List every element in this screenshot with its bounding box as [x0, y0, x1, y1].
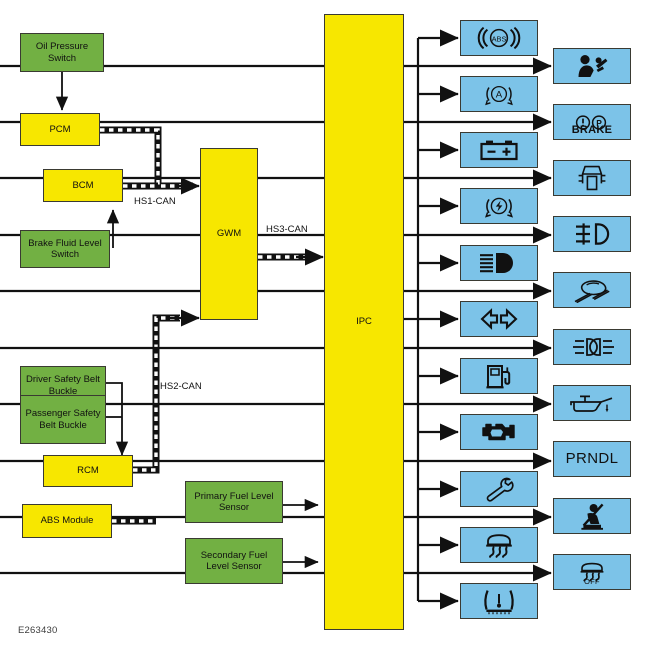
- prndl-label: PRNDL: [565, 450, 619, 468]
- gwm-box[interactable]: GWM: [200, 148, 258, 320]
- indicator-high-beam-headlamp[interactable]: [553, 329, 631, 365]
- indicator-tire-pressure-monitor[interactable]: [460, 583, 538, 619]
- low-beam-icon: [476, 253, 513, 273]
- abs-icon: ABS: [476, 26, 522, 50]
- figure-code: E263430: [18, 625, 58, 636]
- ipc-box[interactable]: IPC: [324, 14, 404, 630]
- pcm-box[interactable]: PCM: [20, 113, 100, 146]
- battery-icon: [479, 140, 519, 162]
- indicator-door-ajar[interactable]: [553, 160, 631, 196]
- indicator-service-wrench[interactable]: [460, 471, 538, 507]
- indicator-turn-signal[interactable]: [460, 301, 538, 337]
- brake-warning-label: BRAKE: [571, 123, 613, 136]
- passenger-safety-belt-buckle-box[interactable]: Passenger Safety Belt Buckle: [20, 395, 106, 444]
- indicator-abs-warning[interactable]: ABS: [460, 20, 538, 56]
- secondary-fuel-level-sensor-box[interactable]: Secondary Fuel Level Sensor: [185, 538, 283, 584]
- indicator-auto-hold-brake[interactable]: A: [460, 76, 538, 112]
- hs1-can-label: HS1-CAN: [134, 196, 176, 207]
- svg-text:A: A: [496, 90, 503, 101]
- seat-belt-icon: [577, 503, 607, 530]
- indicator-electric-park-brake[interactable]: [460, 188, 538, 224]
- high-beam-icon: [566, 335, 618, 359]
- indicator-malfunction-engine[interactable]: [460, 414, 538, 450]
- network-diagram: Oil Pressure Switch PCM BCM Brake Fluid …: [0, 0, 650, 650]
- indicator-prndl-display[interactable]: PRNDL: [553, 441, 631, 477]
- auto-hold-icon: A: [482, 81, 516, 107]
- lane-keeping-icon: [570, 277, 614, 303]
- primary-fuel-level-sensor-box[interactable]: Primary Fuel Level Sensor: [185, 481, 283, 523]
- bcm-box[interactable]: BCM: [43, 169, 123, 202]
- indicator-low-oil-level[interactable]: [553, 385, 631, 421]
- tpms-icon: [482, 588, 516, 615]
- indicator-park-brake[interactable]: P BRAKE: [553, 104, 631, 140]
- engine-icon: [480, 419, 518, 445]
- wrench-icon: [480, 476, 518, 502]
- indicator-battery-charge[interactable]: [460, 132, 538, 168]
- svg-text:ABS: ABS: [492, 34, 507, 43]
- door-ajar-icon: [576, 164, 608, 192]
- fog-lamp-icon: [570, 221, 614, 247]
- hs3-can-label: HS3-CAN: [266, 224, 308, 235]
- indicator-lane-keeping[interactable]: [553, 272, 631, 308]
- indicator-airbag-restraint[interactable]: [553, 48, 631, 84]
- indicator-front-fog-lamp[interactable]: [553, 216, 631, 252]
- brake-fluid-level-switch-box[interactable]: Brake Fluid Level Switch: [20, 230, 110, 268]
- fuel-pump-icon: [484, 363, 514, 390]
- indicator-low-beam-headlamp[interactable]: [460, 245, 538, 281]
- oil-pressure-switch-box[interactable]: Oil Pressure Switch: [20, 33, 104, 72]
- hs2-can-label: HS2-CAN: [160, 381, 202, 392]
- indicator-low-fuel[interactable]: [460, 358, 538, 394]
- traction-off-label: OFF: [584, 576, 600, 586]
- indicator-safety-belt-warning[interactable]: [553, 498, 631, 534]
- abs-module-box[interactable]: ABS Module: [22, 504, 112, 538]
- indicator-traction-control-off[interactable]: OFF: [553, 554, 631, 590]
- traction-control-icon: [483, 532, 515, 559]
- indicator-traction-control[interactable]: [460, 527, 538, 563]
- turn-signal-icon: [473, 307, 525, 331]
- oil-can-icon: [568, 392, 616, 413]
- airbag-icon: [578, 55, 608, 77]
- rcm-box[interactable]: RCM: [43, 455, 133, 487]
- epb-icon: [480, 193, 518, 219]
